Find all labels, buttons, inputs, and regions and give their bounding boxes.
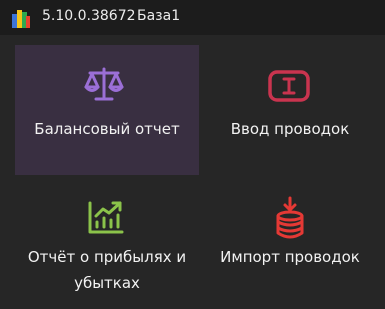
input-cursor-icon bbox=[268, 70, 310, 102]
tile-label-line2: убытках bbox=[74, 274, 140, 292]
tile-label: Балансовый отчет bbox=[34, 120, 180, 138]
database-name: База1 bbox=[137, 8, 181, 24]
database-import-icon bbox=[276, 196, 304, 239]
tile-label: Импорт проводок bbox=[220, 248, 360, 266]
tile-balance-sheet[interactable]: Балансовый отчет bbox=[15, 45, 199, 175]
tile-input-entries[interactable]: Ввод проводок bbox=[200, 45, 380, 175]
app-logo-icon bbox=[12, 10, 30, 28]
tile-profit-loss[interactable]: Отчёт о прибылях и убытках bbox=[15, 180, 199, 305]
tile-label: Ввод проводок bbox=[230, 120, 350, 138]
growth-chart-icon bbox=[88, 201, 124, 234]
app-version: 5.10.0.38672 bbox=[42, 8, 136, 24]
title-bar: 5.10.0.38672 База1 bbox=[0, 0, 385, 35]
tile-label-line1: Отчёт о прибылях и bbox=[27, 248, 187, 266]
tile-import-entries[interactable]: Импорт проводок bbox=[200, 180, 380, 305]
scales-icon bbox=[84, 67, 124, 101]
